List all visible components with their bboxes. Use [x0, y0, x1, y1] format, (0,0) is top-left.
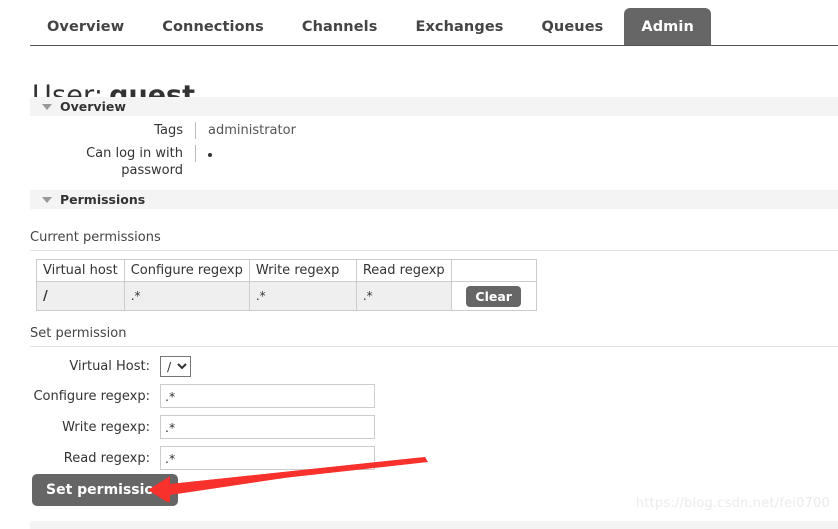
- read-regexp-label: Read regexp:: [63, 450, 150, 466]
- clear-permission-button[interactable]: Clear: [466, 285, 521, 307]
- bottom-strip: [30, 521, 838, 529]
- configure-regexp-input[interactable]: [160, 384, 375, 408]
- tab-connections[interactable]: Connections: [145, 8, 281, 46]
- form-row-write-regexp: Write regexp:: [30, 415, 430, 439]
- column-virtual-host: Virtual host: [36, 259, 125, 282]
- nav-underline: [30, 45, 838, 46]
- configure-regexp-label: Configure regexp:: [33, 388, 150, 404]
- tab-channels-label: Channels: [301, 19, 378, 35]
- section-header-overview[interactable]: Overview: [30, 97, 838, 116]
- overview-password-key: Can log in with password: [86, 146, 183, 178]
- nav-tab-list: Overview Connections Channels Exchanges …: [30, 8, 715, 46]
- column-actions: [450, 259, 537, 282]
- cell-write-regexp: .*: [248, 281, 357, 311]
- form-row-configure-regexp: Configure regexp:: [30, 384, 430, 408]
- write-regexp-input[interactable]: [160, 415, 375, 439]
- chevron-down-icon: [42, 196, 52, 203]
- column-read-regexp: Read regexp: [355, 259, 452, 282]
- tab-admin[interactable]: Admin: [624, 8, 711, 46]
- virtual-host-select[interactable]: /: [160, 356, 191, 377]
- tab-exchanges-label: Exchanges: [415, 19, 504, 35]
- overview-tags-value: administrator: [195, 122, 530, 139]
- tab-exchanges[interactable]: Exchanges: [398, 8, 520, 46]
- cell-read-regexp: .*: [355, 281, 452, 311]
- cell-virtual-host: /: [36, 281, 125, 311]
- watermark-text: https://blog.csdn.net/fei0700: [635, 496, 830, 511]
- password-dot-icon: [208, 153, 212, 157]
- table-row: / .* .* .* Clear: [36, 281, 537, 311]
- section-header-permissions[interactable]: Permissions: [30, 190, 838, 209]
- current-permissions-table: Virtual host Configure regexp Write rege…: [36, 259, 537, 311]
- tab-connections-label: Connections: [162, 19, 264, 35]
- column-configure-regexp: Configure regexp: [123, 259, 250, 282]
- section-header-permissions-label: Permissions: [60, 192, 146, 207]
- set-permission-button[interactable]: Set permission: [32, 474, 179, 506]
- tab-admin-label: Admin: [641, 19, 694, 35]
- overview-password-value: [195, 145, 530, 162]
- cell-action: Clear: [450, 281, 537, 311]
- column-write-regexp: Write regexp: [248, 259, 357, 282]
- tab-channels[interactable]: Channels: [285, 8, 395, 46]
- set-permission-form: Virtual Host: / Configure regexp: Write …: [30, 356, 430, 477]
- set-permission-heading: Set permission: [30, 326, 838, 347]
- read-regexp-input[interactable]: [160, 446, 375, 470]
- overview-row-tags: Tags administrator: [30, 122, 530, 139]
- current-permissions-heading: Current permissions: [30, 230, 838, 251]
- form-row-virtual-host: Virtual Host: /: [30, 356, 430, 377]
- write-regexp-label: Write regexp:: [62, 419, 150, 435]
- form-row-read-regexp: Read regexp:: [30, 446, 430, 470]
- top-navigation-bar: Overview Connections Channels Exchanges …: [0, 0, 838, 46]
- virtual-host-label: Virtual Host:: [69, 359, 150, 374]
- overview-row-password: Can log in with password: [30, 145, 530, 179]
- overview-tags-key: Tags: [154, 123, 183, 138]
- chevron-down-icon: [42, 103, 52, 110]
- tab-overview-label: Overview: [47, 19, 125, 35]
- tab-queues[interactable]: Queues: [525, 8, 621, 46]
- tab-queues-label: Queues: [541, 19, 604, 35]
- table-header-row: Virtual host Configure regexp Write rege…: [36, 259, 537, 282]
- cell-configure-regexp: .*: [123, 281, 250, 311]
- section-header-overview-label: Overview: [60, 99, 126, 114]
- overview-details: Tags administrator Can log in with passw…: [30, 122, 530, 185]
- tab-overview[interactable]: Overview: [30, 8, 141, 46]
